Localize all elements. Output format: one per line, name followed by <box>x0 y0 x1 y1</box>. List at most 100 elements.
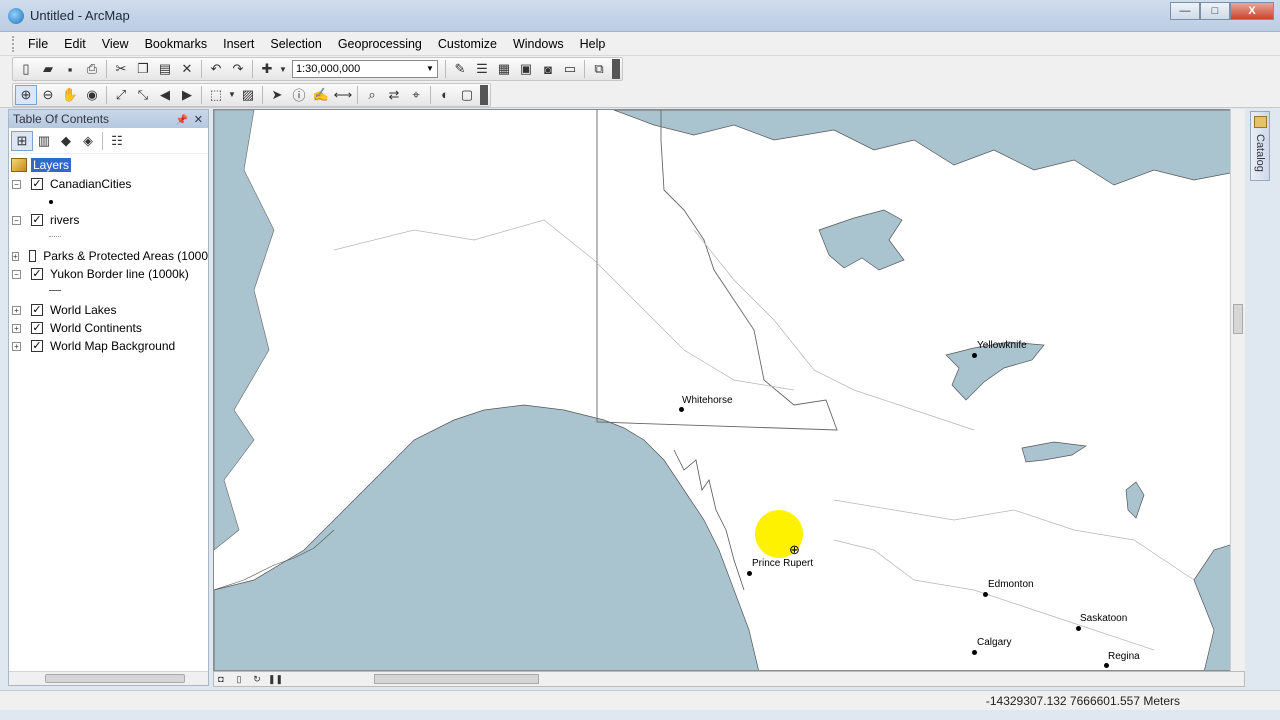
python-window-icon[interactable]: ▭ <box>559 59 581 79</box>
menu-help[interactable]: Help <box>572 37 614 51</box>
catalog-side-tab[interactable]: Catalog <box>1250 111 1270 181</box>
menu-customize[interactable]: Customize <box>430 37 505 51</box>
menu-file[interactable]: File <box>20 37 56 51</box>
layer-yukon-border[interactable]: − ✓ Yukon Border line (1000k) <box>12 267 208 281</box>
list-by-visibility-icon[interactable]: ◆ <box>55 131 77 151</box>
save-icon[interactable]: ▪ <box>59 59 81 79</box>
copy-icon[interactable]: ❐ <box>132 59 154 79</box>
maximize-button[interactable]: □ <box>1200 2 1230 20</box>
menu-insert[interactable]: Insert <box>215 37 262 51</box>
layer-world-map-background[interactable]: + ✓ World Map Background <box>12 339 208 353</box>
measure-icon[interactable]: ⟷ <box>332 85 354 105</box>
new-document-icon[interactable]: ▯ <box>15 59 37 79</box>
select-elements-arrow-icon[interactable]: ➤ <box>266 85 288 105</box>
find-route-icon[interactable]: ⇄ <box>383 85 405 105</box>
add-data-dropdown-icon[interactable]: ▼ <box>278 59 288 79</box>
editor-toolbar-icon[interactable]: ✎ <box>449 59 471 79</box>
find-binoculars-icon[interactable]: ⌕ <box>361 85 383 105</box>
layer-visibility-checkbox[interactable]: ✓ <box>31 268 43 280</box>
collapse-icon[interactable]: − <box>12 215 21 225</box>
select-features-dropdown-icon[interactable]: ▼ <box>227 85 237 105</box>
open-folder-icon[interactable]: ▰ <box>37 59 59 79</box>
arctoolbox-icon[interactable]: ◙ <box>537 59 559 79</box>
catalog-window-icon[interactable]: ▦ <box>493 59 515 79</box>
identify-info-icon[interactable]: ⓘ <box>288 85 310 105</box>
layers-root-label[interactable]: Layers <box>31 158 72 172</box>
create-viewer-window-icon[interactable]: ▢ <box>456 85 478 105</box>
add-data-icon[interactable]: ✚ <box>256 59 278 79</box>
expand-icon[interactable]: + <box>12 341 21 351</box>
refresh-icon[interactable]: ↻ <box>250 673 264 685</box>
menu-windows[interactable]: Windows <box>505 37 572 51</box>
catalog-tab-label[interactable]: Catalog <box>1254 134 1266 172</box>
layer-label[interactable]: Parks & Protected Areas (1000 <box>43 249 208 263</box>
layer-visibility-checkbox[interactable]: ✓ <box>31 340 43 352</box>
html-popup-icon[interactable]: ✍ <box>310 85 332 105</box>
layer-visibility-checkbox[interactable] <box>28 250 37 262</box>
go-to-xy-icon[interactable]: ⌖ <box>405 85 427 105</box>
scrollbar-thumb[interactable] <box>45 674 185 683</box>
go-forward-arrow-icon[interactable]: ▶ <box>176 85 198 105</box>
fixed-zoom-out-icon[interactable]: ⤡ <box>132 85 154 105</box>
paste-icon[interactable]: ▤ <box>154 59 176 79</box>
clear-selection-icon[interactable]: ▨ <box>237 85 259 105</box>
full-extent-globe-icon[interactable]: ◉ <box>81 85 103 105</box>
time-slider-icon[interactable]: ◐ <box>434 85 456 105</box>
toolbar-options-handle-2[interactable] <box>480 84 488 105</box>
layer-parks-protected-areas[interactable]: + Parks & Protected Areas (1000 <box>12 249 208 263</box>
expand-icon[interactable]: + <box>12 323 21 333</box>
menu-edit[interactable]: Edit <box>56 37 94 51</box>
list-by-drawing-order-icon[interactable]: ⊞ <box>11 130 33 151</box>
zoom-out-icon[interactable]: ⊖ <box>37 85 59 105</box>
map-display[interactable]: Whitehorse Yellowknife Prince Rupert Edm… <box>213 109 1245 671</box>
layer-label[interactable]: World Lakes <box>50 303 116 317</box>
layer-visibility-checkbox[interactable]: ✓ <box>31 178 43 190</box>
layer-label[interactable]: Yukon Border line (1000k) <box>50 267 189 281</box>
close-button[interactable]: X <box>1230 2 1274 20</box>
undo-icon[interactable]: ↶ <box>205 59 227 79</box>
menubar-grip[interactable] <box>12 35 16 52</box>
pan-hand-icon[interactable]: ✋ <box>59 85 81 105</box>
menu-selection[interactable]: Selection <box>262 37 329 51</box>
menu-bookmarks[interactable]: Bookmarks <box>137 37 216 51</box>
layer-label[interactable]: rivers <box>50 213 79 227</box>
table-of-contents-icon[interactable]: ☰ <box>471 59 493 79</box>
layer-visibility-checkbox[interactable]: ✓ <box>31 304 43 316</box>
map-scale-select[interactable]: 1:30,000,000 ▼ <box>292 60 438 78</box>
map-vertical-scrollbar[interactable] <box>1230 109 1245 671</box>
list-by-source-icon[interactable]: ▥ <box>33 131 55 151</box>
redo-icon[interactable]: ↷ <box>227 59 249 79</box>
scrollbar-thumb[interactable] <box>1233 304 1243 334</box>
toolbar-options-handle[interactable] <box>612 59 620 79</box>
layer-world-lakes[interactable]: + ✓ World Lakes <box>12 303 208 317</box>
print-icon[interactable]: ⎙ <box>81 59 103 79</box>
modelbuilder-icon[interactable]: ⧉ <box>588 59 610 79</box>
layer-visibility-checkbox[interactable]: ✓ <box>31 214 43 226</box>
close-icon[interactable]: ✕ <box>194 111 203 129</box>
list-by-selection-icon[interactable]: ◈ <box>77 131 99 151</box>
layer-world-continents[interactable]: + ✓ World Continents <box>12 321 208 335</box>
chevron-down-icon[interactable]: ▼ <box>423 61 437 77</box>
zoom-in-icon[interactable]: ⊕ <box>15 84 37 105</box>
auto-hide-pin-icon[interactable]: 📌 <box>176 112 188 130</box>
minimize-button[interactable]: — <box>1170 2 1200 20</box>
menu-geoprocessing[interactable]: Geoprocessing <box>330 37 430 51</box>
go-back-arrow-icon[interactable]: ◀ <box>154 85 176 105</box>
toc-horizontal-scrollbar[interactable] <box>9 671 208 685</box>
layout-view-icon[interactable]: ▯ <box>232 673 246 685</box>
pause-drawing-icon[interactable]: ❚❚ <box>268 673 283 685</box>
collapse-icon[interactable]: − <box>12 179 21 189</box>
select-features-icon[interactable]: ⬚ <box>205 85 227 105</box>
layer-rivers[interactable]: − ✓ rivers <box>12 213 208 227</box>
data-view-icon[interactable]: ◘ <box>214 673 228 685</box>
layer-canadiancities[interactable]: − ✓ CanadianCities <box>12 177 208 191</box>
layer-label[interactable]: World Map Background <box>50 339 175 353</box>
layer-visibility-checkbox[interactable]: ✓ <box>31 322 43 334</box>
toc-options-icon[interactable]: ☷ <box>106 131 128 151</box>
map-horizontal-scrollbar-thumb[interactable] <box>374 674 539 684</box>
expand-icon[interactable]: + <box>12 305 21 315</box>
delete-icon[interactable]: ✕ <box>176 59 198 79</box>
layer-label[interactable]: World Continents <box>50 321 142 335</box>
menu-view[interactable]: View <box>94 37 137 51</box>
expand-icon[interactable]: + <box>12 251 19 261</box>
